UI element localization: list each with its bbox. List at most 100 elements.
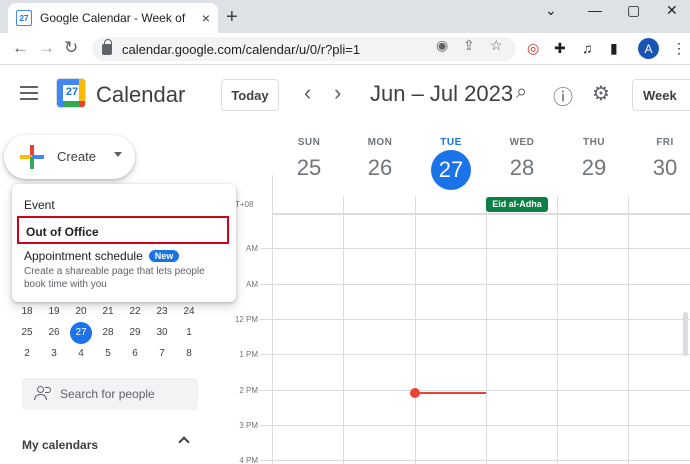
maximize-button[interactable]: ▢ — [627, 2, 640, 19]
grid-line — [343, 196, 344, 464]
logo-number: 27 — [65, 86, 79, 98]
day-number[interactable]: 26 — [350, 155, 410, 181]
day-number[interactable]: 30 — [635, 155, 690, 181]
settings-gear-icon[interactable]: ⚙ — [592, 81, 610, 106]
day-number[interactable]: 28 — [492, 155, 552, 181]
day-number[interactable]: 29 — [564, 155, 624, 181]
browser-tab[interactable]: 27 Google Calendar - Week of June × — [8, 3, 218, 33]
search-icon[interactable]: ⌕ — [516, 81, 527, 104]
out-of-office-highlight[interactable]: Out of Office — [17, 216, 229, 244]
chevron-up-icon[interactable] — [178, 436, 190, 448]
appointment-label: Appointment schedule — [24, 249, 143, 263]
menu-item-event[interactable]: Event — [24, 198, 55, 212]
mini-day[interactable]: 19 — [41, 302, 67, 322]
mini-day[interactable]: 25 — [14, 323, 40, 343]
hour-line — [260, 390, 690, 391]
mini-day-today[interactable]: 27 — [70, 322, 92, 344]
close-window-button[interactable]: ✕ — [666, 2, 678, 19]
help-icon[interactable]: ⓘ — [553, 81, 573, 110]
calendar-header: 27 Calendar Today ‹ › Jun – Jul 2023 ⌕ ⓘ… — [0, 66, 690, 122]
browser-tab-strip: 27 Google Calendar - Week of June × + ⌄ … — [0, 0, 690, 33]
day-name: SUN — [297, 137, 321, 148]
hour-line — [260, 248, 690, 249]
day-name: MON — [367, 137, 393, 148]
minimize-button[interactable]: — — [588, 2, 602, 18]
menu-item-appointment-schedule[interactable]: Appointment schedule New — [24, 249, 180, 263]
view-selector[interactable]: Week — [632, 79, 690, 111]
timezone-label: T+08 — [235, 200, 254, 209]
current-time-line — [415, 392, 486, 394]
mini-day[interactable]: 8 — [176, 344, 202, 364]
search-people-placeholder: Search for people — [60, 387, 155, 401]
forward-icon[interactable]: → — [38, 38, 55, 58]
hour-line — [260, 425, 690, 426]
grid-line — [486, 196, 487, 464]
create-button[interactable]: Create — [4, 135, 135, 179]
time-label: 1 PM — [239, 350, 258, 359]
lock-icon[interactable] — [102, 38, 112, 55]
bookmark-star-icon[interactable]: ☆ — [490, 37, 503, 54]
media-icon[interactable]: ♫ — [582, 40, 593, 56]
my-calendars-heading[interactable]: My calendars — [22, 438, 98, 452]
new-badge: New — [148, 250, 180, 262]
calendar-logo-icon: 27 — [56, 78, 86, 108]
back-icon[interactable]: ← — [12, 38, 29, 58]
mini-day[interactable]: 2 — [14, 344, 40, 364]
grid-line — [272, 175, 273, 196]
tab-title: Google Calendar - Week of June — [40, 11, 188, 25]
create-menu: Event Out of Office Appointment schedule… — [12, 184, 236, 302]
extension-icon[interactable]: ◎ — [527, 40, 539, 57]
mini-day[interactable]: 20 — [68, 302, 94, 322]
tab-close-icon[interactable]: × — [202, 10, 210, 26]
grid-line — [272, 196, 273, 464]
mini-day[interactable]: 23 — [149, 302, 175, 322]
mini-day[interactable]: 28 — [95, 323, 121, 343]
mini-day[interactable]: 1 — [176, 323, 202, 343]
mini-day[interactable]: 6 — [122, 344, 148, 364]
address-bar[interactable]: calendar.google.com/calendar/u/0/r?pli=1 — [92, 37, 516, 61]
side-panel-icon[interactable]: ▮ — [610, 40, 618, 57]
mini-day[interactable]: 26 — [41, 323, 67, 343]
holiday-event-chip[interactable]: Eid al-Adha — [486, 197, 548, 212]
reload-icon[interactable]: ↻ — [64, 38, 78, 58]
previous-week-icon[interactable]: ‹ — [304, 80, 311, 106]
mini-day[interactable]: 21 — [95, 302, 121, 322]
mini-day[interactable]: 5 — [95, 344, 121, 364]
mini-day[interactable]: 24 — [176, 302, 202, 322]
browser-toolbar: ← → ↻ calendar.google.com/calendar/u/0/r… — [0, 33, 690, 65]
all-day-divider — [272, 213, 690, 215]
menu-item-out-of-office[interactable]: Out of Office — [26, 225, 99, 239]
new-tab-button[interactable]: + — [226, 6, 238, 29]
mini-day[interactable]: 30 — [149, 323, 175, 343]
hour-line — [260, 319, 690, 320]
next-week-icon[interactable]: › — [334, 80, 341, 106]
search-people-input[interactable]: Search for people — [22, 378, 198, 410]
time-label: 4 PM — [239, 456, 258, 464]
main-menu-icon[interactable] — [20, 86, 38, 100]
day-name: WED — [509, 137, 535, 148]
grid-line — [628, 196, 629, 464]
hour-line — [260, 460, 690, 461]
profile-avatar[interactable]: A — [638, 38, 659, 59]
day-name: THU — [582, 137, 606, 148]
tab-search-icon[interactable]: ⌄ — [545, 2, 557, 19]
appointment-description: Create a shareable page that lets people… — [24, 266, 205, 290]
mini-day[interactable]: 22 — [122, 302, 148, 322]
mini-day[interactable]: 29 — [122, 323, 148, 343]
hour-line — [260, 354, 690, 355]
grid-scrollbar[interactable] — [683, 312, 688, 356]
eye-icon[interactable]: ◉ — [436, 37, 448, 54]
mini-day[interactable]: 18 — [14, 302, 40, 322]
mini-day[interactable]: 3 — [41, 344, 67, 364]
mini-day[interactable]: 4 — [68, 344, 94, 364]
mini-day[interactable]: 7 — [149, 344, 175, 364]
time-label: 2 PM — [239, 386, 258, 395]
today-button[interactable]: Today — [221, 79, 279, 111]
create-label: Create — [57, 149, 97, 164]
calendar-favicon-icon: 27 — [16, 10, 32, 26]
day-number-today[interactable]: 27 — [431, 150, 471, 190]
day-number[interactable]: 25 — [279, 155, 339, 181]
puzzle-icon[interactable]: ✚ — [554, 40, 566, 57]
more-icon[interactable]: ⋮ — [672, 40, 686, 57]
share-icon[interactable]: ⇪ — [463, 37, 475, 54]
